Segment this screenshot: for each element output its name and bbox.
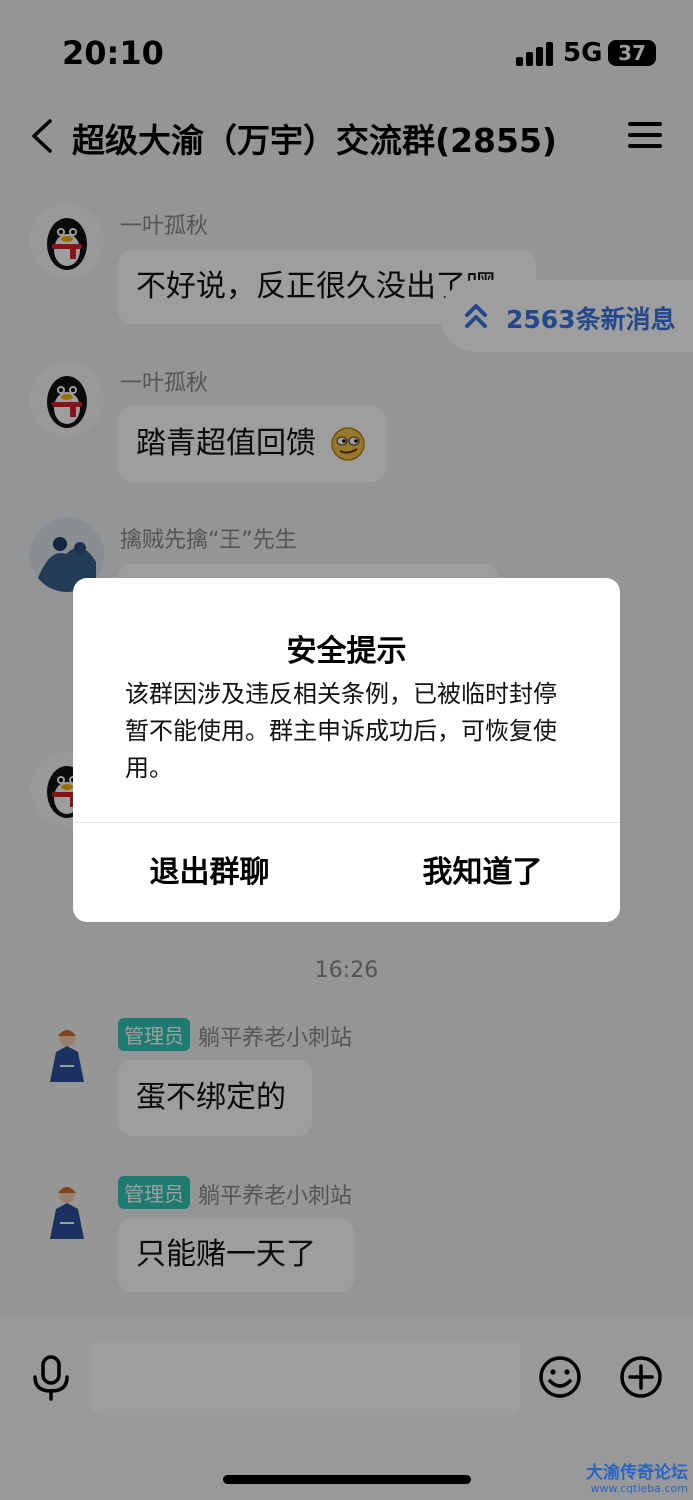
chat-screen: 20:10 5G 37 超级大渝（万宇）交流群(2855) 一叶孤秋 不好说，反… (0, 0, 693, 1500)
security-alert-dialog: 安全提示 该群因涉及违反相关条例，已被临时封停暂不能使用。群主申诉成功后，可恢复… (73, 578, 620, 922)
watermark-url: www.cqtieba.com (590, 1482, 688, 1495)
watermark-logo: 大渝传奇论坛 (586, 1463, 688, 1483)
dialog-message: 该群因涉及违反相关条例，已被临时封停暂不能使用。群主申诉成功后，可恢复使用。 (125, 680, 557, 782)
dialog-title: 安全提示 (286, 634, 407, 669)
acknowledge-button[interactable]: 我知道了 (346, 823, 619, 922)
exit-group-button[interactable]: 退出群聊 (73, 823, 346, 922)
